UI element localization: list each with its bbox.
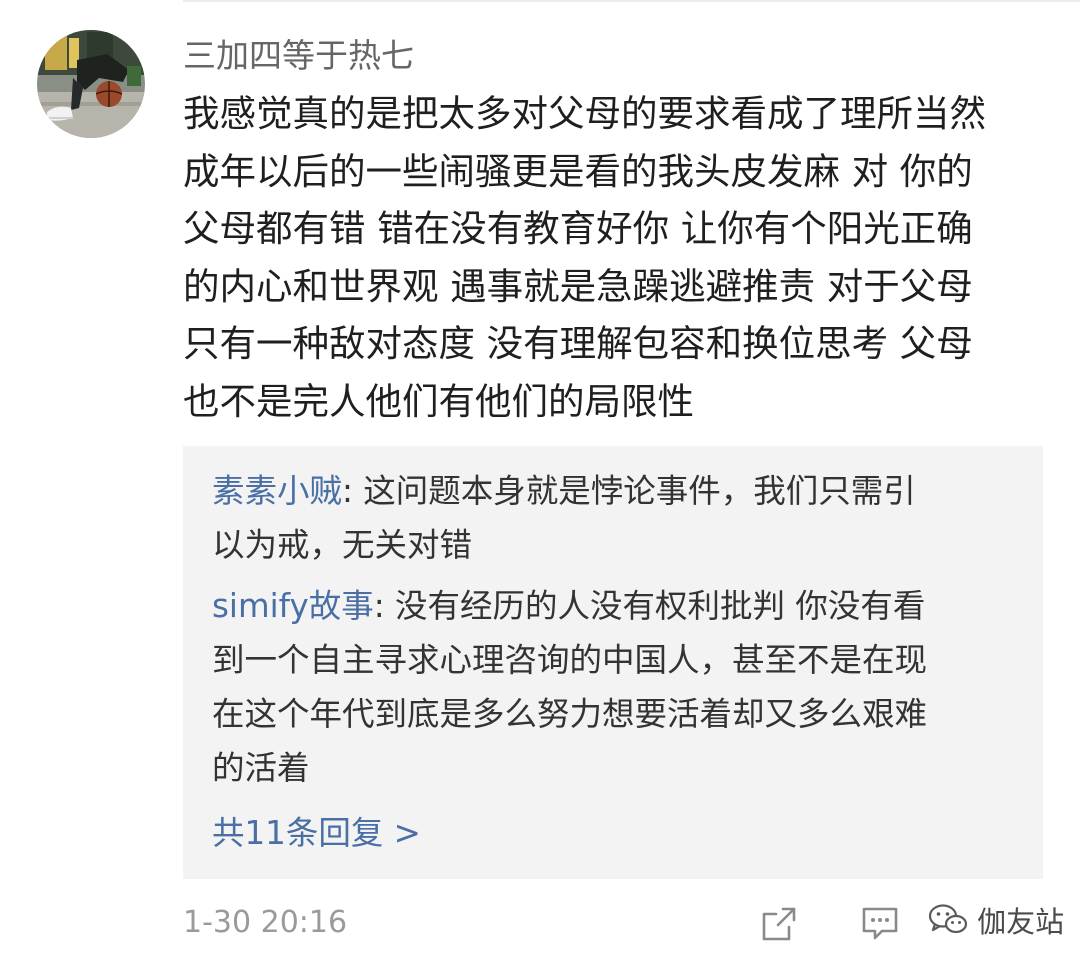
view-all-replies-link[interactable]: 共11条回复 >: [212, 806, 421, 860]
comment-text-line: 只有一种敌对态度 没有理解包容和换位思考 父母: [183, 322, 973, 365]
comment-text-line: 父母都有错 错在没有教育好你 让你有个阳光正确: [183, 207, 973, 250]
comment-text-line: 我感觉真的是把太多对父母的要求看成了理所当然: [183, 92, 986, 135]
watermark: 伽友站: [928, 902, 1064, 942]
reply-text: : 这问题本身就是悖论事件，我们只需引: [342, 472, 916, 510]
comment-icon[interactable]: [861, 906, 899, 946]
comment-timestamp: 1-30 20:16: [183, 905, 348, 940]
share-icon[interactable]: [761, 906, 797, 946]
wechat-icon: [928, 903, 968, 941]
comment-username[interactable]: 三加四等于热七: [183, 32, 414, 80]
reply-text-line: 以为戒，无关对错: [212, 526, 473, 564]
top-divider: [183, 0, 1080, 2]
comment-footer: 1-30 20:16 伽友站: [183, 898, 1064, 948]
comment-text-line: 的内心和世界观 遇事就是急躁逃避推责 对于父母: [183, 264, 973, 308]
avatar-image: [37, 30, 145, 138]
reply-preview-box: 素素小贼: 这问题本身就是悖论事件，我们只需引 以为戒，无关对错 simify故…: [183, 446, 1043, 879]
reply-item[interactable]: 素素小贼: 这问题本身就是悖论事件，我们只需引 以为戒，无关对错: [212, 464, 916, 572]
reply-text-line: 在这个年代到底是多么努力想要活着却又多么艰难: [212, 695, 928, 733]
reply-text: : 没有经历的人没有权利批判 你没有看: [373, 587, 926, 625]
reply-author[interactable]: simify故事: [212, 587, 374, 625]
comment-text-line: 也不是完人他们有他们的局限性: [183, 379, 694, 423]
reply-first-line: simify故事: 没有经历的人没有权利批判 你没有看: [212, 579, 927, 633]
avatar[interactable]: [37, 30, 145, 138]
reply-author[interactable]: 素素小贼: [212, 472, 342, 510]
reply-item[interactable]: simify故事: 没有经历的人没有权利批判 你没有看 到一个自主寻求心理咨询的…: [212, 579, 927, 795]
comment-text-line: 成年以后的一些闹骚更是看的我头皮发麻 对 你的: [183, 149, 973, 193]
watermark-text: 伽友站: [977, 905, 1065, 939]
comment-body: 我感觉真的是把太多对父母的要求看成了理所当然 成年以后的一些闹骚更是看的我头皮发…: [183, 85, 1063, 430]
reply-text-line: 到一个自主寻求心理咨询的中国人，甚至不是在现: [212, 641, 928, 679]
reply-text-line: 的活着: [212, 749, 310, 787]
reply-first-line: 素素小贼: 这问题本身就是悖论事件，我们只需引: [212, 464, 916, 518]
